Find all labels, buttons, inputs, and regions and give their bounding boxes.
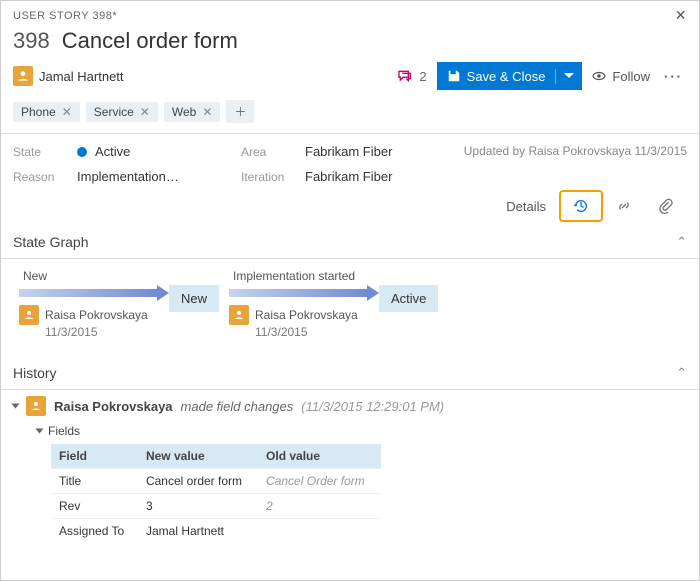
- expand-triangle-icon[interactable]: [36, 429, 44, 434]
- save-dropdown-caret[interactable]: [555, 69, 582, 84]
- state-node: Active: [379, 285, 438, 312]
- tab-links[interactable]: [603, 191, 645, 221]
- work-item-type-label: USER STORY 398*: [13, 10, 117, 22]
- tab-attachments[interactable]: [645, 191, 687, 221]
- col-old: Old value: [258, 444, 381, 469]
- history-actor: Raisa Pokrovskaya: [54, 399, 173, 414]
- history-entry[interactable]: Raisa Pokrovskaya made field changes (11…: [13, 396, 687, 416]
- history-icon: [573, 198, 589, 214]
- add-tag-button[interactable]: ＋: [226, 100, 254, 123]
- table-row: Title Cancel order form Cancel Order for…: [51, 469, 381, 494]
- tag-item[interactable]: Web✕: [164, 102, 221, 122]
- state-node: New: [169, 285, 219, 312]
- history-timestamp: (11/3/2015 12:29:01 PM): [301, 399, 444, 414]
- actor-name: Raisa Pokrovskaya: [45, 308, 148, 322]
- state-dot-icon: [77, 147, 87, 157]
- chevron-down-icon: [564, 71, 574, 81]
- tag-remove-icon[interactable]: ✕: [62, 105, 72, 119]
- avatar: [13, 66, 33, 86]
- avatar: [19, 305, 39, 325]
- state-field[interactable]: Active: [77, 144, 237, 159]
- state-graph-heading: State Graph: [13, 234, 89, 250]
- assignee-picker[interactable]: Jamal Hartnett: [13, 66, 124, 86]
- transition-label: New: [19, 269, 169, 285]
- tab-details[interactable]: Details: [493, 192, 559, 221]
- work-item-id: 398: [13, 28, 50, 54]
- tag-item[interactable]: Service✕: [86, 102, 158, 122]
- tab-history[interactable]: [559, 190, 603, 222]
- save-icon: [447, 69, 461, 83]
- state-graph: New Raisa Pokrovskaya 11/3/2015 New Impl…: [1, 259, 699, 353]
- tag-remove-icon[interactable]: ✕: [202, 105, 212, 119]
- work-item-title[interactable]: Cancel order form: [62, 28, 238, 54]
- area-field[interactable]: Fabrikam Fiber: [305, 144, 445, 159]
- history-heading: History: [13, 365, 57, 381]
- save-and-close-button[interactable]: Save & Close: [437, 62, 583, 90]
- actor-name: Raisa Pokrovskaya: [255, 308, 358, 322]
- area-label: Area: [241, 145, 301, 159]
- transition-date: 11/3/2015: [255, 325, 308, 339]
- transition-label: Implementation started: [229, 269, 379, 285]
- tag-item[interactable]: Phone✕: [13, 102, 80, 122]
- reason-label: Reason: [13, 170, 73, 184]
- discussion-count: 2: [419, 69, 426, 84]
- state-label: State: [13, 145, 73, 159]
- iteration-label: Iteration: [241, 170, 301, 184]
- close-icon[interactable]: ✕: [675, 7, 687, 24]
- collapse-section-icon[interactable]: ⌃: [676, 365, 687, 381]
- expand-triangle-icon[interactable]: [12, 404, 20, 409]
- discussion-button[interactable]: 2: [397, 68, 426, 84]
- col-new: New value: [138, 444, 258, 469]
- tag-remove-icon[interactable]: ✕: [140, 105, 150, 119]
- arrow-icon: [229, 285, 379, 301]
- updated-by-text: Updated by Raisa Pokrovskaya 11/3/2015: [464, 144, 687, 158]
- tag-list: Phone✕ Service✕ Web✕ ＋: [1, 100, 699, 133]
- eye-icon: [592, 69, 606, 83]
- fields-table: Field New value Old value Title Cancel o…: [51, 444, 381, 543]
- attachment-icon: [658, 198, 674, 214]
- fields-group[interactable]: Fields: [37, 424, 687, 438]
- assignee-name: Jamal Hartnett: [39, 69, 124, 84]
- table-row: Rev 3 2: [51, 494, 381, 519]
- history-action: made field changes: [181, 399, 294, 414]
- avatar: [26, 396, 46, 416]
- link-icon: [616, 198, 632, 214]
- avatar: [229, 305, 249, 325]
- more-actions-button[interactable]: ···: [660, 69, 687, 84]
- arrow-icon: [19, 285, 169, 301]
- table-row: Assigned To Jamal Hartnett: [51, 519, 381, 544]
- col-field: Field: [51, 444, 138, 469]
- transition-date: 11/3/2015: [45, 325, 98, 339]
- comment-icon: [397, 68, 413, 84]
- iteration-field[interactable]: Fabrikam Fiber: [305, 169, 445, 184]
- reason-field[interactable]: Implementation…: [77, 169, 237, 184]
- collapse-section-icon[interactable]: ⌃: [676, 234, 687, 250]
- follow-button[interactable]: Follow: [592, 69, 650, 84]
